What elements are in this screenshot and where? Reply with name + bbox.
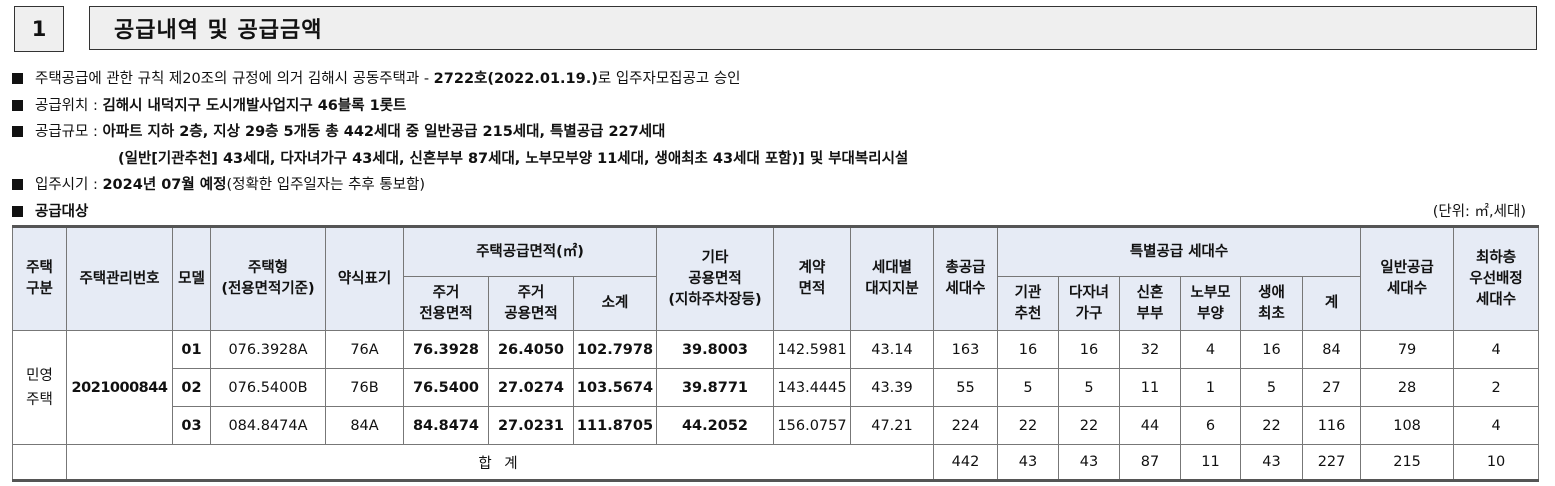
info-bullets: 주택공급에 관한 규칙 제20조의 규정에 의거 김해시 공동주택과 - 272… (12, 66, 1542, 225)
info-approval: 주택공급에 관한 규칙 제20조의 규정에 의거 김해시 공동주택과 - 272… (12, 66, 1542, 93)
table-row: 02 076.5400B 76B 76.5400 27.0274 103.567… (13, 368, 1540, 407)
col-institution: 기관 추천 (997, 276, 1059, 331)
col-special-sum: 계 (1301, 276, 1362, 331)
col-abbr: 약식표기 (325, 225, 404, 331)
col-land-share: 세대별 대지지분 (850, 225, 934, 331)
col-other-common: 기타 공용면적 (지하주차장등) (656, 225, 774, 331)
info-target: 공급대상 (단위: ㎡,세대) (12, 199, 1542, 226)
bullet-square-icon (12, 99, 23, 111)
col-elderly-parent: 노부모 부양 (1180, 276, 1241, 331)
col-lowest-floor: 최하층 우선배정 세대수 (1453, 225, 1540, 331)
totals-label: 합 계 (66, 444, 934, 482)
info-scale-detail: (일반[기관추천] 43세대, 다자녀가구 43세대, 신혼부부 87세대, 노… (118, 150, 909, 167)
table-row: 민영 주택 2021000844 01 076.3928A 76A 76.3928… (12, 330, 1540, 445)
bullet-square-icon (12, 73, 23, 84)
bullet-square-icon (12, 179, 23, 190)
col-mgmt-no: 주택관리번호 (66, 225, 173, 331)
unit-label: (단위: ㎡,세대) (1432, 203, 1526, 220)
col-subtotal: 소계 (573, 276, 657, 331)
col-model: 모델 (172, 225, 211, 331)
bullet-square-icon (12, 126, 23, 137)
col-general-supply: 일반공급 세대수 (1360, 225, 1455, 331)
totals-row: 합 계 442 43 43 87 11 43 227 215 10 (12, 444, 1540, 482)
col-housing-type: 주택형 (전용면적기준) (210, 225, 326, 331)
col-total-supply: 총공급 세대수 (933, 225, 998, 331)
col-newlywed: 신혼 부부 (1119, 276, 1181, 331)
col-contract-area: 계약 면적 (773, 225, 851, 331)
info-scale: 공급규모 : 아파트 지하 2층, 지상 29층 5개동 총 442세대 중 일… (12, 119, 1542, 146)
housing-kind-cell: 민영 주택 (12, 330, 67, 445)
col-supply-area: 주택공급면적(㎡) (403, 225, 657, 277)
bullet-square-icon (12, 205, 23, 217)
info-move-in: 입주시기 : 2024년 07월 예정(정확한 입주일자는 추후 통보함) (12, 172, 1542, 199)
table-row: 03 084.8474A 84A 84.8474 27.0231 111.870… (13, 406, 1540, 445)
totals-blank-cell (12, 444, 67, 482)
col-first-time: 생애 최초 (1240, 276, 1303, 331)
col-housing-kind: 주택 구분 (12, 225, 67, 331)
info-location: 공급위치 : 김해시 내덕지구 도시개발사업지구 46블록 1롯트 (12, 93, 1542, 120)
mgmt-no-cell: 2021000844 (66, 330, 173, 445)
col-common-area: 주거 공용면적 (488, 276, 574, 331)
supply-table: 주택 구분 주택관리번호 모델 주택형 (전용면적기준) 약식표기 주택공급면적(㎡… (12, 225, 1540, 482)
col-exclusive-area: 주거 전용면적 (403, 276, 489, 331)
col-multi-child: 다자녀 가구 (1058, 276, 1120, 331)
col-special-supply: 특별공급 세대수 (996, 225, 1362, 277)
section-title: 공급내역 및 공급금액 (89, 6, 1537, 50)
section-header: 1 공급내역 및 공급금액 (14, 6, 1538, 52)
section-number: 1 (14, 6, 64, 52)
